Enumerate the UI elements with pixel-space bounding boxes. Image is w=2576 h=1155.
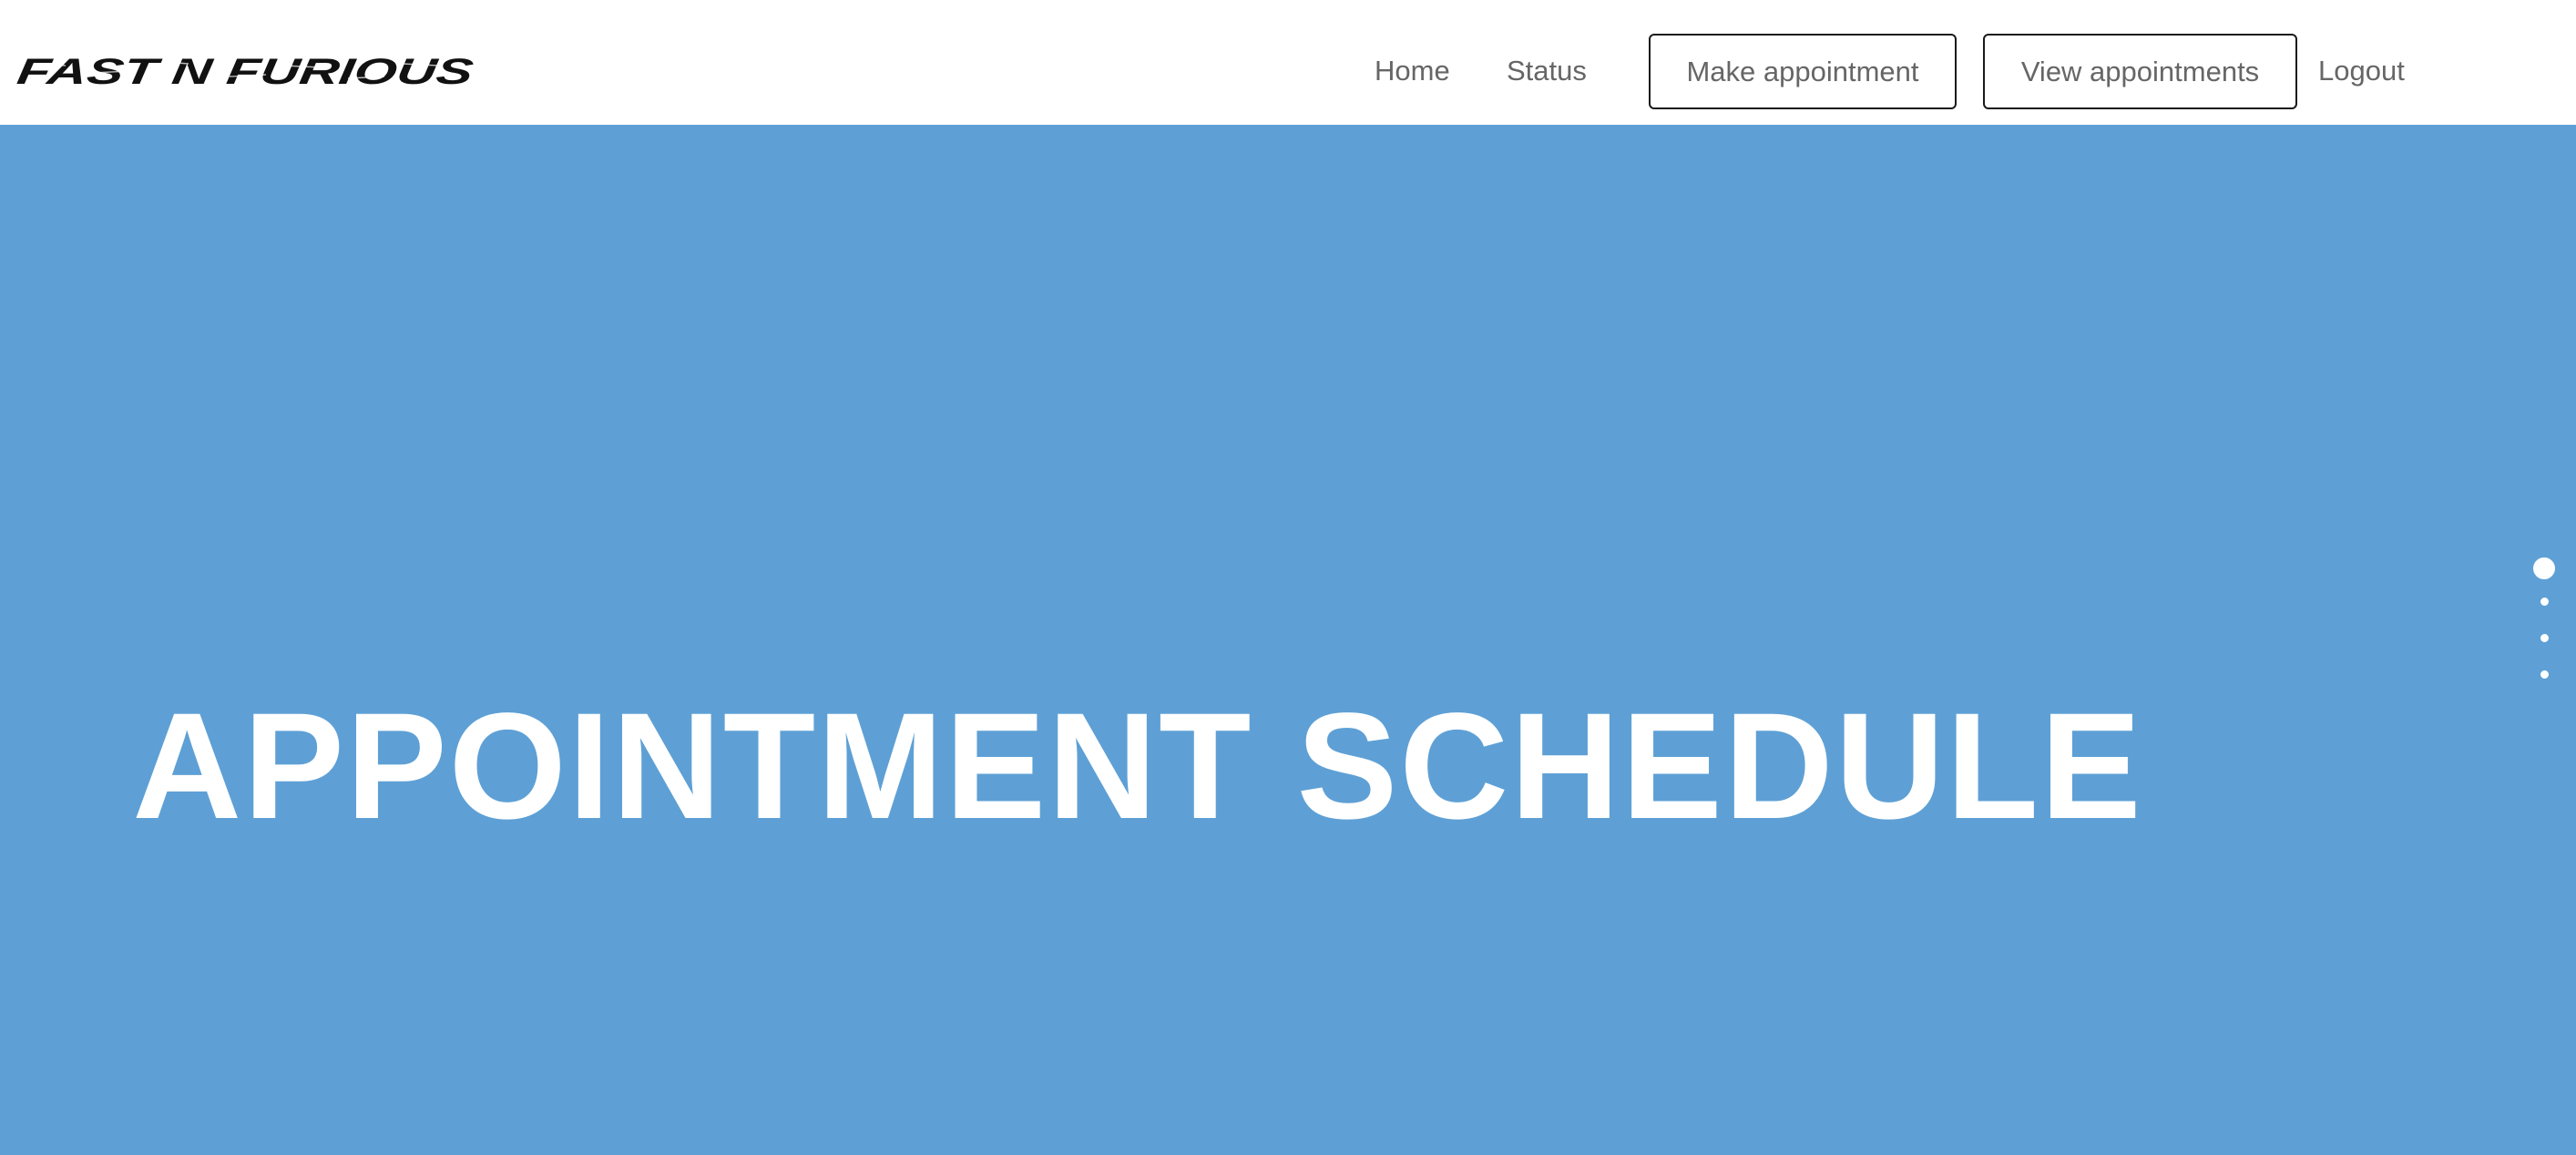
navbar: FAST N FURIOUS Home Status Make appointm… (0, 0, 2576, 125)
make-appointment-button-label: Make appointment (1686, 55, 1919, 87)
nav-link-logout[interactable]: Logout (2318, 53, 2405, 89)
make-appointment-button[interactable]: Make appointment (1649, 34, 1957, 109)
slide-dot-4[interactable] (2540, 670, 2549, 679)
view-appointments-button-label: View appointments (2020, 55, 2260, 87)
brand-logo-text: FAST N FURIOUS (15, 53, 475, 91)
slide-dot-3[interactable] (2540, 634, 2549, 642)
nav-link-status[interactable]: Status (1507, 53, 1587, 89)
slide-dot-2[interactable] (2540, 598, 2549, 606)
slide-pagination (2532, 557, 2556, 694)
hero-title: APPOINTMENT SCHEDULE (132, 682, 2143, 851)
view-appointments-button[interactable]: View appointments (1983, 34, 2297, 109)
hero-section: APPOINTMENT SCHEDULE (0, 125, 2576, 1155)
brand-logo[interactable]: FAST N FURIOUS (11, 53, 475, 91)
nav-link-home[interactable]: Home (1375, 53, 1450, 89)
brand-logo-graphic: FAST N FURIOUS (15, 53, 475, 91)
slide-dot-1-active[interactable] (2533, 557, 2555, 579)
